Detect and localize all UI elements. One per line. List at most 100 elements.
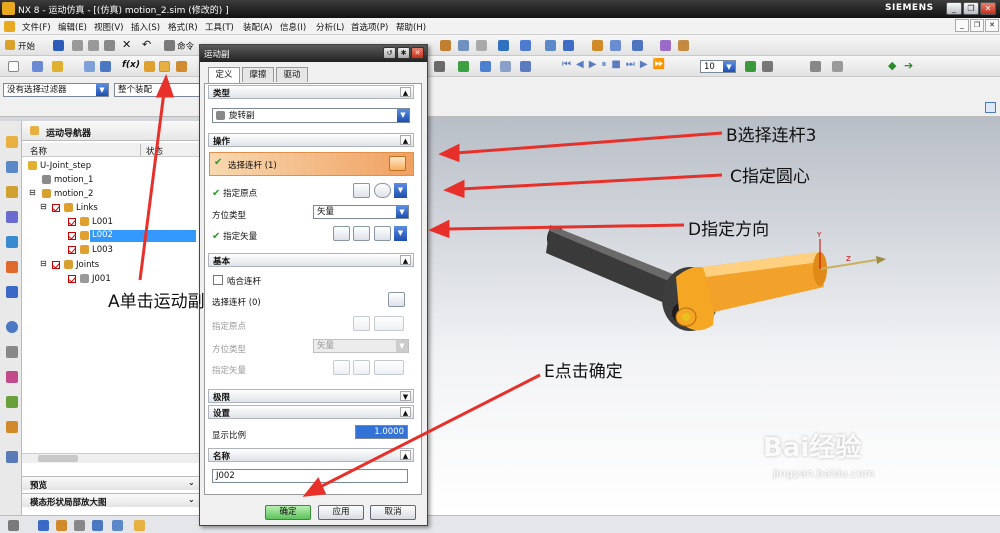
visibility-checkbox[interactable] [68, 246, 76, 254]
base-point-dialog-button[interactable] [353, 316, 370, 331]
tree-item-l001[interactable]: L001 [22, 215, 200, 229]
chevron-down-icon[interactable]: ⌄ [188, 478, 195, 487]
animation-controls[interactable]: ⏮◀▶⏸■⏭▶⏩ [562, 59, 670, 70]
mode-shape-section[interactable]: 模态形状局部放大图 ⌄ [22, 493, 200, 508]
wcs-icon[interactable] [563, 40, 574, 51]
point-dialog-button[interactable] [353, 183, 370, 198]
assembly-navigator-tab-icon[interactable] [6, 161, 18, 173]
doc-minimize-button[interactable]: _ [955, 19, 969, 32]
link-icon[interactable] [144, 61, 155, 72]
menu-preferences[interactable]: 首选项(P) [351, 21, 388, 33]
tree-item-motion-2[interactable]: ⊟ motion_2 [22, 187, 200, 201]
forward-arrow-icon[interactable]: ➔ [904, 59, 913, 72]
connector-icon[interactable] [176, 61, 187, 72]
visibility-checkbox[interactable] [52, 261, 60, 269]
fit-icon[interactable] [985, 102, 996, 113]
group-operation[interactable]: 操作 ▲ [208, 133, 414, 147]
marker-icon[interactable] [434, 61, 445, 72]
command-finder-icon[interactable] [164, 40, 175, 51]
navigator-horizontal-scrollbar[interactable] [22, 453, 200, 463]
status-icon[interactable] [8, 520, 19, 531]
base-vector-dialog-button[interactable] [353, 360, 370, 375]
collapse-icon[interactable]: ⊟ [40, 259, 47, 268]
chevron-down-icon[interactable]: ▼ [396, 340, 408, 352]
menu-analysis[interactable]: 分析(L) [316, 21, 344, 33]
save-icon[interactable] [53, 40, 64, 51]
function-icon[interactable]: f(x) [122, 60, 140, 70]
delete-icon[interactable]: ✕ [122, 38, 131, 51]
inferred-vector-icon[interactable] [374, 226, 391, 241]
settings-icon[interactable]: ✱ [397, 47, 410, 59]
base-inferred-point-icon[interactable] [374, 316, 404, 331]
process-studio-tab-icon[interactable] [6, 371, 18, 383]
tree-item-l003[interactable]: L003 [22, 243, 200, 257]
constraint-navigator-tab-icon[interactable] [6, 186, 18, 198]
roles-tab-icon[interactable] [6, 421, 18, 433]
chevron-down-icon[interactable]: ▼ [394, 183, 407, 198]
orientation-dropdown[interactable]: 矢量 ▼ [313, 205, 409, 219]
tree-item-motion-1[interactable]: motion_1 [22, 173, 200, 187]
base-select-link-button[interactable] [388, 292, 405, 307]
menu-format[interactable]: 格式(R) [168, 21, 198, 33]
menu-tools[interactable]: 工具(T) [205, 21, 234, 33]
analysis-icon[interactable] [632, 40, 643, 51]
chevron-down-icon[interactable]: ▼ [723, 61, 735, 72]
web-browser-tab-icon[interactable] [6, 286, 18, 298]
chevron-down-icon[interactable]: ▼ [400, 391, 411, 401]
visibility-checkbox[interactable] [68, 232, 76, 240]
snap-mid-icon[interactable] [74, 520, 85, 531]
orange-shaft[interactable] [703, 252, 827, 312]
visibility-checkbox[interactable] [68, 275, 76, 283]
paste-icon[interactable] [104, 40, 115, 51]
base-inferred-vector-icon[interactable] [374, 360, 404, 375]
menu-insert[interactable]: 插入(S) [131, 21, 160, 33]
preview-section[interactable]: 预览 ⌄ [22, 476, 200, 491]
column-status[interactable]: 状态 [146, 145, 163, 157]
tab-friction[interactable]: 摩擦 [242, 67, 274, 82]
copy-icon[interactable] [88, 40, 99, 51]
solution-icon[interactable] [480, 61, 491, 72]
snap-end-icon[interactable] [56, 520, 67, 531]
link-table-icon[interactable] [100, 61, 111, 72]
snap-grid-icon[interactable] [112, 520, 123, 531]
part-navigator-tab-icon[interactable] [6, 211, 18, 223]
chevron-up-icon[interactable]: ▲ [400, 450, 411, 460]
solver-icon[interactable] [52, 61, 63, 72]
pin-icon[interactable] [30, 126, 39, 135]
display-scale-field[interactable]: 1.0000 [355, 425, 408, 439]
select-link-button[interactable] [389, 156, 406, 171]
undo-icon[interactable]: ↶ [142, 38, 151, 51]
app-menu-icon[interactable] [4, 21, 15, 32]
minimize-button[interactable]: _ [946, 2, 962, 15]
chevron-down-icon[interactable]: ▼ [397, 109, 409, 122]
view-toolbar-icon[interactable] [440, 40, 451, 51]
joint-icon[interactable] [159, 61, 170, 72]
rendering-icon[interactable] [458, 40, 469, 51]
motion-navigator-tab-icon[interactable] [6, 136, 18, 148]
group-name[interactable]: 名称 ▲ [208, 448, 414, 462]
ok-button[interactable]: 确定 [265, 505, 311, 520]
zoom-value-field[interactable]: 10 ▼ [700, 60, 736, 73]
chevron-up-icon[interactable]: ▲ [400, 255, 411, 265]
u-joint-model[interactable]: Y Z [428, 117, 1000, 515]
name-field[interactable]: J002 [212, 469, 408, 483]
graphics-viewport[interactable]: Y Z Bai经验 jingyan.baidu.com [428, 117, 1000, 515]
solve-icon[interactable] [500, 61, 511, 72]
back-arrow-icon[interactable]: ◆ [888, 59, 896, 72]
group-settings[interactable]: 设置 ▲ [208, 405, 414, 419]
column-name[interactable]: 名称 [30, 145, 47, 157]
menu-help[interactable]: 帮助(H) [396, 21, 426, 33]
style-icon[interactable] [476, 40, 487, 51]
reverse-direction-button[interactable] [333, 226, 350, 241]
restore-button[interactable]: ❐ [963, 2, 979, 15]
measure-icon[interactable] [610, 40, 621, 51]
column-divider[interactable] [140, 144, 141, 156]
system-materials-tab-icon[interactable] [6, 346, 18, 358]
packaging-icon[interactable] [832, 61, 843, 72]
group-base[interactable]: 基本 ▲ [208, 253, 414, 267]
cut-icon[interactable] [72, 40, 83, 51]
snap-options-icon[interactable] [134, 520, 145, 531]
close-button[interactable]: ✕ [980, 2, 996, 15]
snap-link-checkbox[interactable] [213, 275, 223, 285]
manufacturing-wizard-tab-icon[interactable] [6, 396, 18, 408]
